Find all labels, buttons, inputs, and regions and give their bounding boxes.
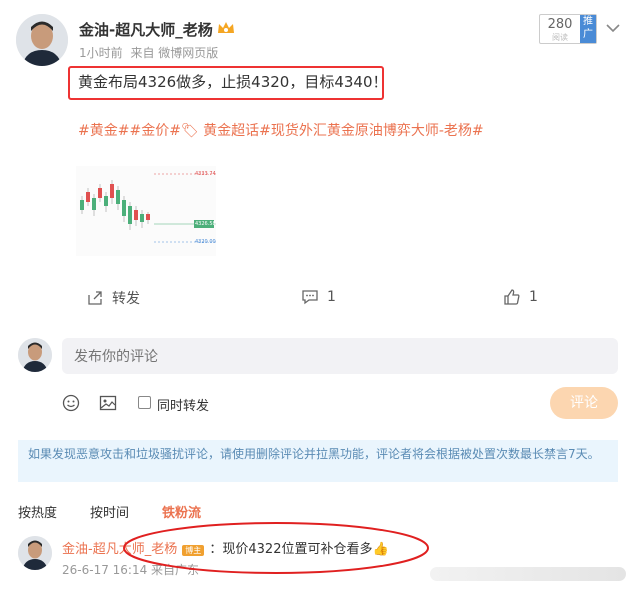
read-count-label: 阅读 <box>552 33 568 42</box>
my-avatar[interactable] <box>18 338 52 372</box>
post-time: 1小时前 <box>79 46 123 60</box>
chart-price-low: 4320.00 <box>195 239 216 245</box>
post-tags[interactable]: #黄金##金价#🏷 黄金超话#现货外汇黄金原油博弈大师-老杨# <box>78 120 484 140</box>
faded-bar <box>430 567 626 581</box>
moderation-notice: 如果发现恶意攻击和垃圾骚扰评论，请使用删除评论并拉黑功能，评论者将会根据被处置次… <box>18 440 618 482</box>
emoji-icon[interactable] <box>62 394 80 412</box>
forward-checkbox[interactable] <box>138 396 151 409</box>
like-button[interactable]: 1 <box>503 288 538 306</box>
post-image-chart[interactable]: 4333.74 4326.58 4320.00 <box>76 166 216 256</box>
post-source[interactable]: 来自 微博网页版 <box>130 46 218 60</box>
comment-count: 1 <box>327 289 336 305</box>
author-name[interactable]: 金油-超凡大师_老杨 <box>79 19 213 40</box>
comment-button[interactable]: 1 <box>301 288 336 306</box>
comment-icon <box>302 290 318 305</box>
post-meta: 1小时前 来自 微博网页版 <box>79 44 218 61</box>
chevron-down-icon[interactable] <box>606 18 620 33</box>
chart-price-top: 4333.74 <box>195 171 216 177</box>
chart-price-mid: 4326.58 <box>195 221 216 227</box>
thumbs-up-icon <box>504 289 520 305</box>
crown-icon <box>216 20 236 36</box>
promote-tag[interactable]: 推广 <box>580 15 596 43</box>
share-button[interactable]: 转发 <box>86 288 140 308</box>
comment-input[interactable] <box>62 338 618 374</box>
submit-comment-button[interactable]: 评论 <box>550 387 618 419</box>
share-icon <box>88 291 102 305</box>
image-icon[interactable] <box>99 394 117 412</box>
comment-avatar[interactable] <box>18 536 52 570</box>
forward-label: 同时转发 <box>157 399 210 414</box>
post-content: 黄金布局4326做多，止损4320，目标4340！ <box>78 73 388 91</box>
author-avatar[interactable] <box>16 14 68 66</box>
read-count: 280 <box>547 17 573 32</box>
like-count: 1 <box>529 289 538 305</box>
annotation-ellipse <box>123 522 429 574</box>
sort-by-hot[interactable]: 按热度 <box>18 502 57 521</box>
share-label: 转发 <box>112 291 140 307</box>
read-count-box[interactable]: 280 阅读 推广 <box>539 14 597 44</box>
